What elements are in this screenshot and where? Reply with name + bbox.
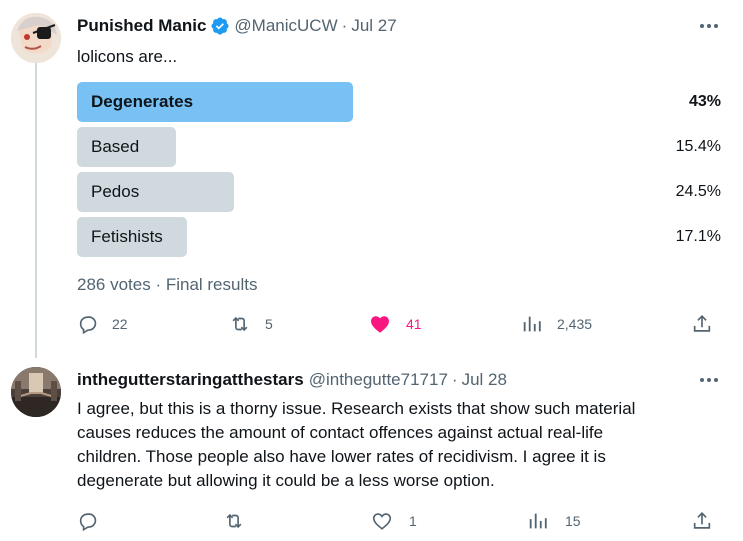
more-options-icon[interactable]: [696, 370, 722, 390]
heart-filled-icon: [371, 316, 389, 333]
retweet-icon: [226, 513, 242, 529]
share-button[interactable]: [691, 313, 713, 335]
poll-option-label: Degenerates: [91, 92, 194, 111]
author-name[interactable]: inthegutterstaringatthestars: [77, 370, 304, 390]
tweet-date[interactable]: Jul 28: [462, 370, 507, 390]
share-icon: [693, 512, 711, 529]
like-count: 1: [409, 513, 417, 529]
poll-option-label: Fetishists: [91, 227, 163, 246]
reply-text-line: I agree, but this is a thorny issue. Res…: [77, 399, 636, 418]
more-options-icon[interactable]: [696, 16, 722, 36]
retweet-button[interactable]: [221, 510, 247, 532]
avatar[interactable]: [11, 13, 61, 63]
poll-option-percent: 43%: [688, 93, 721, 110]
views-button[interactable]: 2,435: [521, 313, 592, 335]
like-button[interactable]: 1: [371, 510, 417, 532]
retweet-count: 5: [265, 316, 273, 332]
avatar-image: [11, 367, 61, 417]
reply-text-line: causes reduces the amount of contact off…: [77, 423, 604, 442]
retweet-icon: [232, 316, 248, 332]
author-name[interactable]: Punished Manic: [77, 16, 206, 36]
share-icon: [693, 315, 711, 332]
views-chart-icon: [523, 316, 541, 332]
poll-option-percent: 24.5%: [675, 183, 721, 200]
reply-button[interactable]: 22: [77, 313, 128, 335]
verified-badge-icon: [210, 16, 230, 36]
poll-option-label: Pedos: [91, 182, 140, 201]
like-button[interactable]: 41: [368, 313, 422, 335]
meta-separator: ·: [341, 16, 348, 35]
poll-option-percent: 15.4%: [675, 138, 721, 155]
poll-option-label: Based: [91, 137, 140, 156]
thread-connector-line: [35, 62, 37, 358]
tweet-header: Punished Manic @ManicUCW · Jul 27: [77, 16, 397, 36]
like-count: 41: [406, 316, 422, 332]
share-button[interactable]: [691, 510, 713, 532]
retweet-button[interactable]: 5: [227, 313, 273, 335]
reply-text: I agree, but this is a thorny issue. Res…: [77, 397, 727, 493]
reply-header: inthegutterstaringatthestars @inthegutte…: [77, 370, 507, 390]
reply-icon: [79, 513, 97, 532]
avatar-image: [11, 13, 61, 63]
poll-summary: 286 votes · Final results: [77, 275, 258, 294]
tweet-text: lolicons are...: [77, 47, 178, 66]
avatar[interactable]: [11, 367, 61, 417]
views-count: 2,435: [557, 316, 593, 332]
reply-text-line: degenerate but allowing it could be a le…: [77, 471, 495, 490]
views-button[interactable]: 15: [527, 510, 581, 532]
author-handle[interactable]: @ManicUCW: [234, 16, 337, 36]
heart-icon: [372, 513, 392, 530]
views-count: 15: [565, 513, 581, 529]
reply-count: 22: [112, 316, 128, 332]
views-chart-icon: [529, 513, 547, 529]
reply-icon: [79, 316, 97, 335]
meta-separator: ·: [451, 370, 458, 389]
tweet-date[interactable]: Jul 27: [351, 16, 396, 36]
reply-text-line: children. Those people also have lower r…: [77, 447, 606, 466]
author-handle[interactable]: @inthegutte71717: [309, 370, 448, 390]
poll-option-percent: 17.1%: [675, 228, 721, 245]
reply-button[interactable]: [77, 510, 99, 532]
